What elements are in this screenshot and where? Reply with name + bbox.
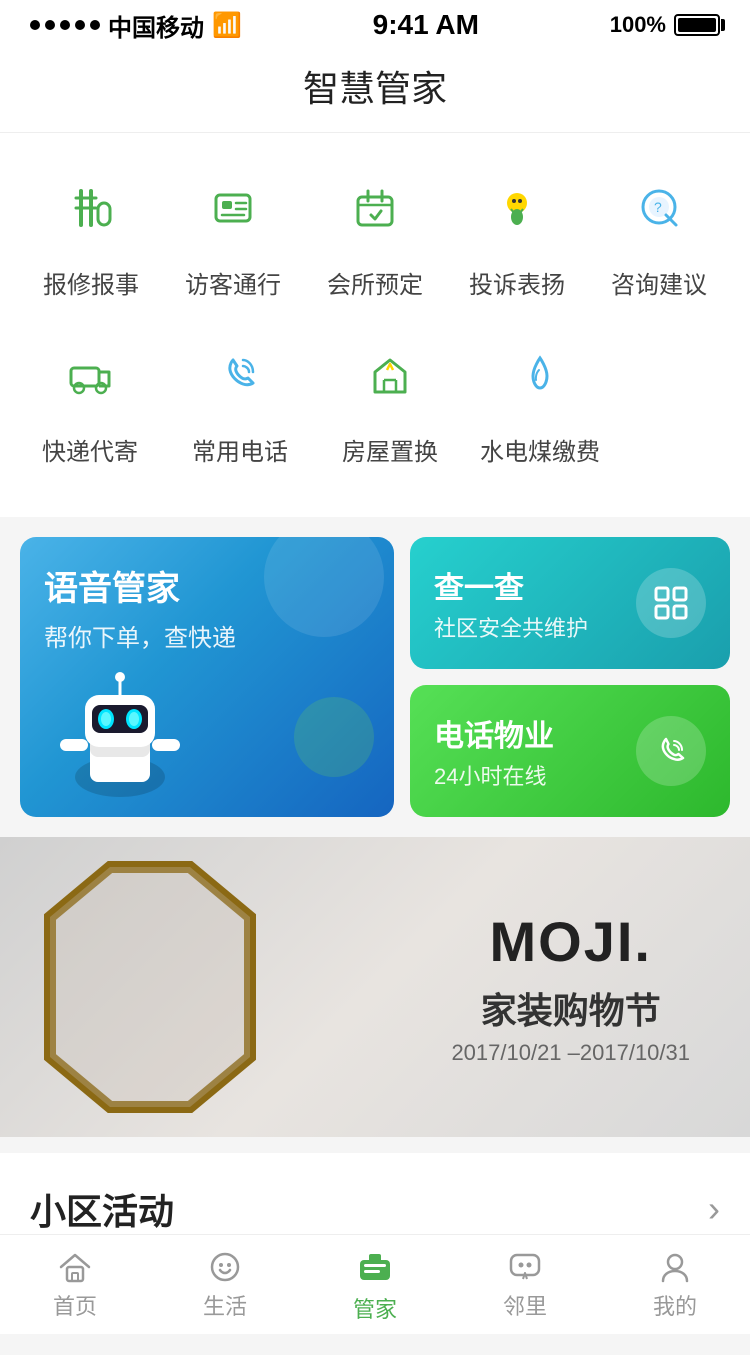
icon-item-utility[interactable]: 水电煤缴费 xyxy=(480,330,600,467)
complaint-label: 投诉表扬 xyxy=(469,265,565,300)
status-bar: 中国移动 📶 9:41 AM 100% xyxy=(0,0,750,44)
query-icon xyxy=(636,568,706,638)
repair-icon xyxy=(46,163,136,253)
icon-item-club[interactable]: 会所预定 xyxy=(315,163,435,300)
status-right: 100% xyxy=(610,12,720,38)
icon-item-complaint[interactable]: 投诉表扬 xyxy=(457,163,577,300)
query-sub: 社区安全共维护 xyxy=(434,611,588,643)
bottom-nav: 首页 生活 管家 邻里 我的 xyxy=(0,1234,750,1334)
banner-date: 2017/10/21 –2017/10/31 xyxy=(451,1040,690,1066)
robot-illustration xyxy=(30,637,210,817)
home-nav-icon xyxy=(57,1249,93,1285)
banner-text: MOJI. 家装购物节 2017/10/21 –2017/10/31 xyxy=(451,909,690,1066)
butler-nav-icon xyxy=(354,1246,396,1288)
nav-home[interactable]: 首页 xyxy=(0,1235,150,1334)
nav-butler-label: 管家 xyxy=(353,1292,397,1324)
nav-mine-label: 我的 xyxy=(653,1289,697,1321)
icon-item-repair[interactable]: 报修报事 xyxy=(31,163,151,300)
icon-item-house[interactable]: 房屋置换 xyxy=(330,330,450,467)
club-label: 会所预定 xyxy=(327,265,423,300)
consult-label: 咨询建议 xyxy=(611,265,707,300)
feature-right: 查一查 社区安全共维护 电话物业 24小时在线 xyxy=(410,537,730,817)
icon-item-consult[interactable]: ? 咨询建议 xyxy=(599,163,719,300)
express-label: 快递代寄 xyxy=(42,432,138,467)
query-text: 查一查 社区安全共维护 xyxy=(434,563,588,643)
utility-icon xyxy=(495,330,585,420)
utility-label: 水电煤缴费 xyxy=(480,432,600,467)
life-nav-icon xyxy=(207,1249,243,1285)
icon-row-1: 报修报事 访客通行 xyxy=(20,163,730,300)
nav-home-label: 首页 xyxy=(53,1289,97,1321)
nav-neighbor[interactable]: 邻里 xyxy=(450,1235,600,1334)
nav-butler[interactable]: 管家 xyxy=(300,1235,450,1334)
feature-phone-card[interactable]: 电话物业 24小时在线 xyxy=(410,685,730,817)
mine-nav-icon xyxy=(657,1249,693,1285)
icon-grid-section: 报修报事 访客通行 xyxy=(0,133,750,517)
club-icon xyxy=(330,163,420,253)
query-title: 查一查 xyxy=(434,563,588,607)
phone-property-icon xyxy=(636,716,706,786)
complaint-icon xyxy=(472,163,562,253)
status-left: 中国移动 📶 xyxy=(30,8,242,43)
svg-text:?: ? xyxy=(654,199,662,215)
nav-mine[interactable]: 我的 xyxy=(600,1235,750,1334)
battery-label: 100% xyxy=(610,12,666,38)
carrier-label: 中国移动 xyxy=(108,8,204,43)
repair-label: 报修报事 xyxy=(43,265,139,300)
neighbor-nav-icon xyxy=(507,1249,543,1285)
activity-header: 小区活动 › xyxy=(30,1183,720,1235)
visitor-icon xyxy=(188,163,278,253)
icon-item-phone[interactable]: 常用电话 xyxy=(180,330,300,467)
phone-property-sub: 24小时在线 xyxy=(434,759,554,791)
wifi-icon: 📶 xyxy=(212,11,242,40)
phone-icon xyxy=(195,330,285,420)
time-label: 9:41 AM xyxy=(373,9,479,41)
visitor-label: 访客通行 xyxy=(185,265,281,300)
activity-title: 小区活动 xyxy=(30,1183,174,1235)
page-title: 智慧管家 xyxy=(0,44,750,133)
feature-section: 语音管家 帮你下单，查快递 xyxy=(0,517,750,837)
icon-item-express[interactable]: 快递代寄 xyxy=(30,330,150,467)
phone-label: 常用电话 xyxy=(192,432,288,467)
battery-icon xyxy=(674,14,720,36)
nav-life-label: 生活 xyxy=(203,1289,247,1321)
house-icon xyxy=(345,330,435,420)
express-icon xyxy=(45,330,135,420)
phone-property-text: 电话物业 24小时在线 xyxy=(434,711,554,791)
icon-row-2: 快递代寄 常用电话 房屋置换 xyxy=(20,330,730,467)
feature-voice-butler[interactable]: 语音管家 帮你下单，查快递 xyxy=(20,537,394,817)
house-label: 房屋置换 xyxy=(342,432,438,467)
nav-life[interactable]: 生活 xyxy=(150,1235,300,1334)
banner-brand: MOJI. xyxy=(451,909,690,974)
phone-property-title: 电话物业 xyxy=(434,711,554,755)
banner-section[interactable]: MOJI. 家装购物节 2017/10/21 –2017/10/31 xyxy=(0,837,750,1137)
banner-shape xyxy=(40,857,260,1117)
icon-item-visitor[interactable]: 访客通行 xyxy=(173,163,293,300)
activity-more-icon[interactable]: › xyxy=(708,1188,720,1230)
nav-neighbor-label: 邻里 xyxy=(503,1289,547,1321)
consult-icon: ? xyxy=(614,163,704,253)
feature-query-card[interactable]: 查一查 社区安全共维护 xyxy=(410,537,730,669)
banner-title: 家装购物节 xyxy=(451,982,690,1034)
